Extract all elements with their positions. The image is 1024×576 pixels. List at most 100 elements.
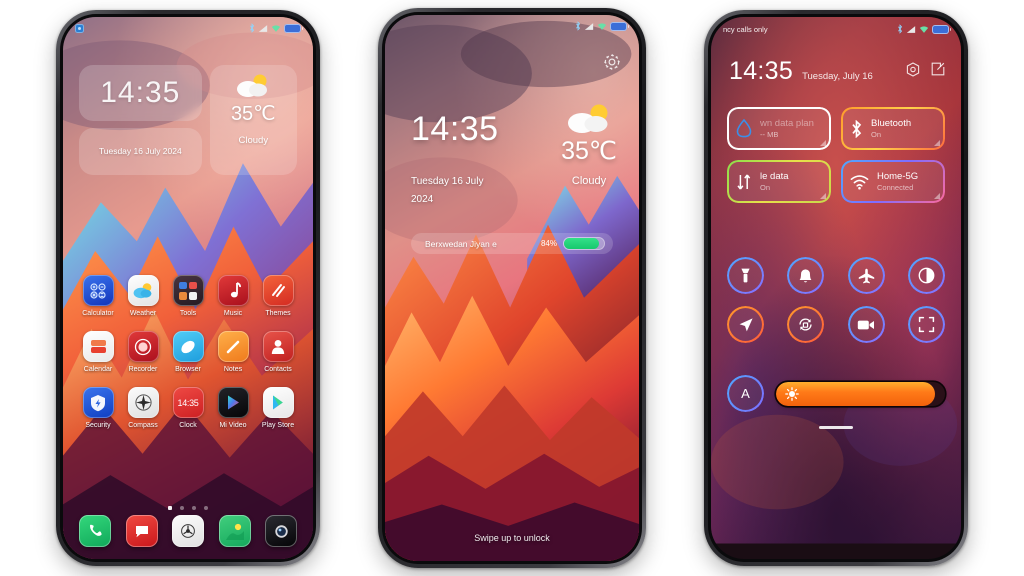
phone2-status-bar bbox=[385, 15, 639, 37]
app-badge-icon bbox=[75, 23, 84, 33]
tile-expand-corner[interactable] bbox=[934, 193, 940, 199]
phone2-status-icons bbox=[575, 21, 629, 31]
app-play-store[interactable]: Play Store bbox=[257, 387, 299, 429]
tile-expand-corner[interactable] bbox=[820, 193, 826, 199]
app-themes[interactable]: Themes bbox=[257, 275, 299, 317]
lockscreen-weather[interactable]: 35℃ Cloudy bbox=[561, 103, 617, 187]
auto-brightness-button[interactable]: A bbox=[727, 375, 764, 412]
bluetooth-icon bbox=[898, 24, 903, 34]
phone-control-center: ncy calls only 14:35 Tuesday, July 16 wn… bbox=[704, 10, 968, 566]
toggle-location[interactable] bbox=[727, 306, 764, 343]
swipe-hint: Swipe up to unlock bbox=[474, 533, 550, 543]
lockscreen-date-line1: Tuesday 16 July bbox=[411, 176, 484, 187]
toggle-screen-record[interactable] bbox=[847, 306, 885, 343]
app-calendar[interactable]: Calendar bbox=[77, 331, 119, 373]
date-widget-text: Tuesday 16 July 2024 bbox=[98, 146, 182, 157]
phone2-bezel: 14:35 Tuesday 16 July 2024 35℃ Cloudy Be… bbox=[382, 12, 642, 564]
signal-icon bbox=[906, 25, 916, 33]
app-mi-video[interactable]: Mi Video bbox=[212, 387, 254, 429]
clock-icon: 14:35 bbox=[172, 387, 204, 418]
app-clock[interactable]: 14:35 Clock bbox=[167, 387, 209, 429]
battery-icon bbox=[610, 21, 629, 31]
toggle-auto-rotate[interactable] bbox=[787, 306, 825, 343]
auto-rotate-icon bbox=[799, 318, 813, 331]
page-dot-3[interactable] bbox=[192, 506, 196, 510]
page-dot-1[interactable] bbox=[168, 506, 172, 510]
page-dot-4[interactable] bbox=[204, 506, 208, 510]
lockscreen-settings-button[interactable] bbox=[603, 53, 621, 76]
partly-cloudy-icon bbox=[237, 74, 268, 97]
battery-icon bbox=[932, 24, 951, 34]
tile-mobile-data[interactable]: le data On bbox=[727, 160, 831, 203]
camera-icon[interactable] bbox=[265, 515, 297, 547]
mi-browser-icon[interactable] bbox=[172, 515, 204, 547]
page-indicator[interactable] bbox=[63, 506, 313, 510]
wifi-icon bbox=[919, 25, 929, 33]
app-weather[interactable]: Weather bbox=[122, 275, 164, 317]
phone2-wallpaper bbox=[385, 15, 639, 561]
toggle-dark-mode[interactable] bbox=[907, 257, 945, 294]
tile-text: le data On bbox=[760, 171, 789, 192]
app-notes[interactable]: Notes bbox=[212, 331, 254, 373]
phone1-widgets: 14:35 Tuesday 16 July 2024 35℃ Cloudy bbox=[79, 65, 297, 175]
battery-percent: 84% bbox=[540, 239, 557, 248]
weather-widget[interactable]: 35℃ Cloudy bbox=[209, 65, 297, 175]
carrier-label: ncy calls only bbox=[723, 24, 768, 34]
app-row: Calculator Weather Tools Music Themes bbox=[73, 275, 303, 317]
auto-brightness-label: A bbox=[741, 386, 750, 401]
toggle-ringer[interactable] bbox=[787, 257, 825, 294]
edit-icon[interactable] bbox=[931, 62, 945, 82]
message-icon[interactable] bbox=[125, 515, 158, 547]
phone1-status-icons bbox=[249, 23, 303, 33]
tile-data-plan[interactable]: wn data plan -- MB bbox=[727, 107, 831, 150]
weather-condition: Cloudy bbox=[238, 135, 269, 146]
tile-bluetooth[interactable]: Bluetooth On bbox=[841, 107, 945, 150]
app-label: Notes bbox=[223, 366, 243, 373]
gallery-icon[interactable] bbox=[218, 515, 251, 547]
app-music[interactable]: Music bbox=[212, 275, 254, 317]
cc-header-actions bbox=[906, 62, 945, 86]
brightness-fill bbox=[776, 381, 935, 406]
data-drop-icon bbox=[736, 119, 752, 138]
toggle-flashlight[interactable] bbox=[727, 257, 764, 294]
app-calculator[interactable]: Calculator bbox=[77, 275, 119, 317]
date-widget[interactable]: Tuesday 16 July 2024 bbox=[79, 127, 202, 175]
phone-icon[interactable] bbox=[79, 515, 111, 547]
clock-widget[interactable]: 14:35 bbox=[79, 65, 202, 121]
wifi-icon bbox=[597, 22, 607, 30]
tile-expand-corner[interactable] bbox=[934, 140, 940, 146]
tools-folder-icon bbox=[172, 275, 204, 306]
app-recorder[interactable]: Recorder bbox=[122, 331, 164, 373]
gear-icon bbox=[604, 54, 620, 70]
battery-owner-name: Berxwedan Jiyan e bbox=[425, 238, 497, 249]
airplane-icon bbox=[858, 268, 874, 283]
app-label: Themes bbox=[265, 310, 291, 317]
phone1-status-bar bbox=[63, 17, 313, 39]
page-dot-2[interactable] bbox=[180, 506, 184, 510]
tile-title: Home-5G bbox=[877, 171, 919, 182]
app-label: Calendar bbox=[83, 366, 113, 373]
brightness-slider[interactable] bbox=[776, 381, 945, 406]
app-row: Calendar Recorder Browser Notes Contacts bbox=[73, 331, 303, 373]
app-contacts[interactable]: Contacts bbox=[257, 331, 299, 373]
toggle-scanner[interactable] bbox=[907, 306, 945, 343]
app-browser[interactable]: Browser bbox=[167, 331, 209, 373]
app-tools[interactable]: Tools bbox=[167, 275, 209, 317]
tile-text: Bluetooth On bbox=[871, 118, 911, 139]
settings-hex-icon[interactable] bbox=[906, 62, 920, 82]
partly-cloudy-icon bbox=[568, 104, 608, 133]
battery-owner-card[interactable]: Berxwedan Jiyan e 84% bbox=[411, 233, 613, 254]
phone3-status-icons bbox=[897, 24, 951, 34]
drag-handle[interactable] bbox=[819, 426, 853, 429]
tile-expand-corner[interactable] bbox=[820, 140, 826, 146]
recorder-icon bbox=[127, 331, 159, 362]
tile-wifi[interactable]: Home-5G Connected bbox=[841, 160, 945, 203]
dock bbox=[73, 515, 303, 547]
themes-icon bbox=[262, 275, 294, 306]
tile-title: le data bbox=[760, 171, 789, 182]
app-label: Calculator bbox=[82, 310, 114, 317]
app-security[interactable]: Security bbox=[77, 387, 119, 429]
toggle-airplane-mode[interactable] bbox=[847, 257, 885, 294]
app-compass[interactable]: Compass bbox=[122, 387, 164, 429]
battery-icon bbox=[284, 23, 303, 33]
